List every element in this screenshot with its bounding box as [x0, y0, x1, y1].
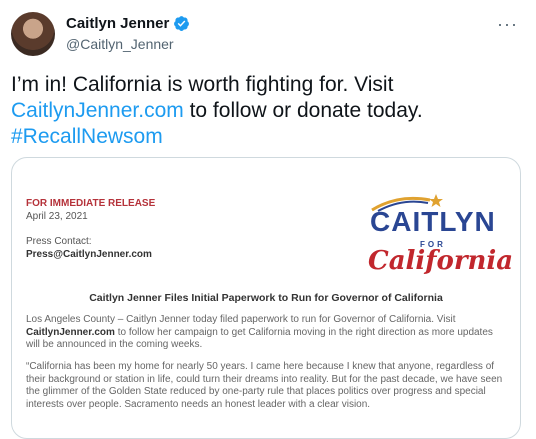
tweet-link[interactable]: CaitlynJenner.com [11, 99, 184, 122]
release-date: April 23, 2021 [26, 211, 88, 222]
campaign-logo: CAITLYN FOR California [364, 192, 513, 282]
hashtag-link[interactable]: #RecallNewsom [11, 125, 163, 148]
avatar[interactable] [11, 12, 55, 56]
release-label: FOR IMMEDIATE RELEASE [26, 198, 156, 209]
logo-caitlyn-text: CAITLYN [370, 206, 496, 237]
tweet-text-part1: I’m in! California is worth fighting for… [11, 73, 394, 96]
more-options-icon[interactable]: ··· [497, 14, 518, 35]
release-paragraph-2: “California has been my home for nearly … [26, 361, 503, 410]
logo-california-text: California [368, 246, 514, 276]
press-release-document: FOR IMMEDIATE RELEASE April 23, 2021 Pre… [12, 158, 520, 438]
para1-link: CaitlynJenner.com [26, 326, 115, 338]
press-contact-email: Press@CaitlynJenner.com [26, 249, 152, 260]
press-contact-label: Press Contact: [26, 236, 92, 247]
release-headline: Caitlyn Jenner Files Initial Paperwork t… [89, 292, 443, 304]
tweet-text-part2: to follow or donate today. [183, 99, 423, 122]
author-name[interactable]: Caitlyn Jenner [66, 15, 190, 32]
tweet: Caitlyn Jenner @Caitlyn_Jenner ··· I’m i… [0, 0, 536, 439]
verified-badge-icon [174, 16, 190, 31]
release-paragraph-1: Los Angeles County – Caitlyn Jenner toda… [26, 314, 504, 352]
tweet-media-image[interactable]: FOR IMMEDIATE RELEASE April 23, 2021 Pre… [11, 157, 521, 439]
tweet-text: I’m in! California is worth fighting for… [11, 72, 521, 150]
author-handle[interactable]: @Caitlyn_Jenner [66, 36, 174, 52]
para1-start: Los Angeles County – Caitlyn Jenner toda… [26, 314, 456, 325]
author-name-text[interactable]: Caitlyn Jenner [66, 15, 169, 32]
